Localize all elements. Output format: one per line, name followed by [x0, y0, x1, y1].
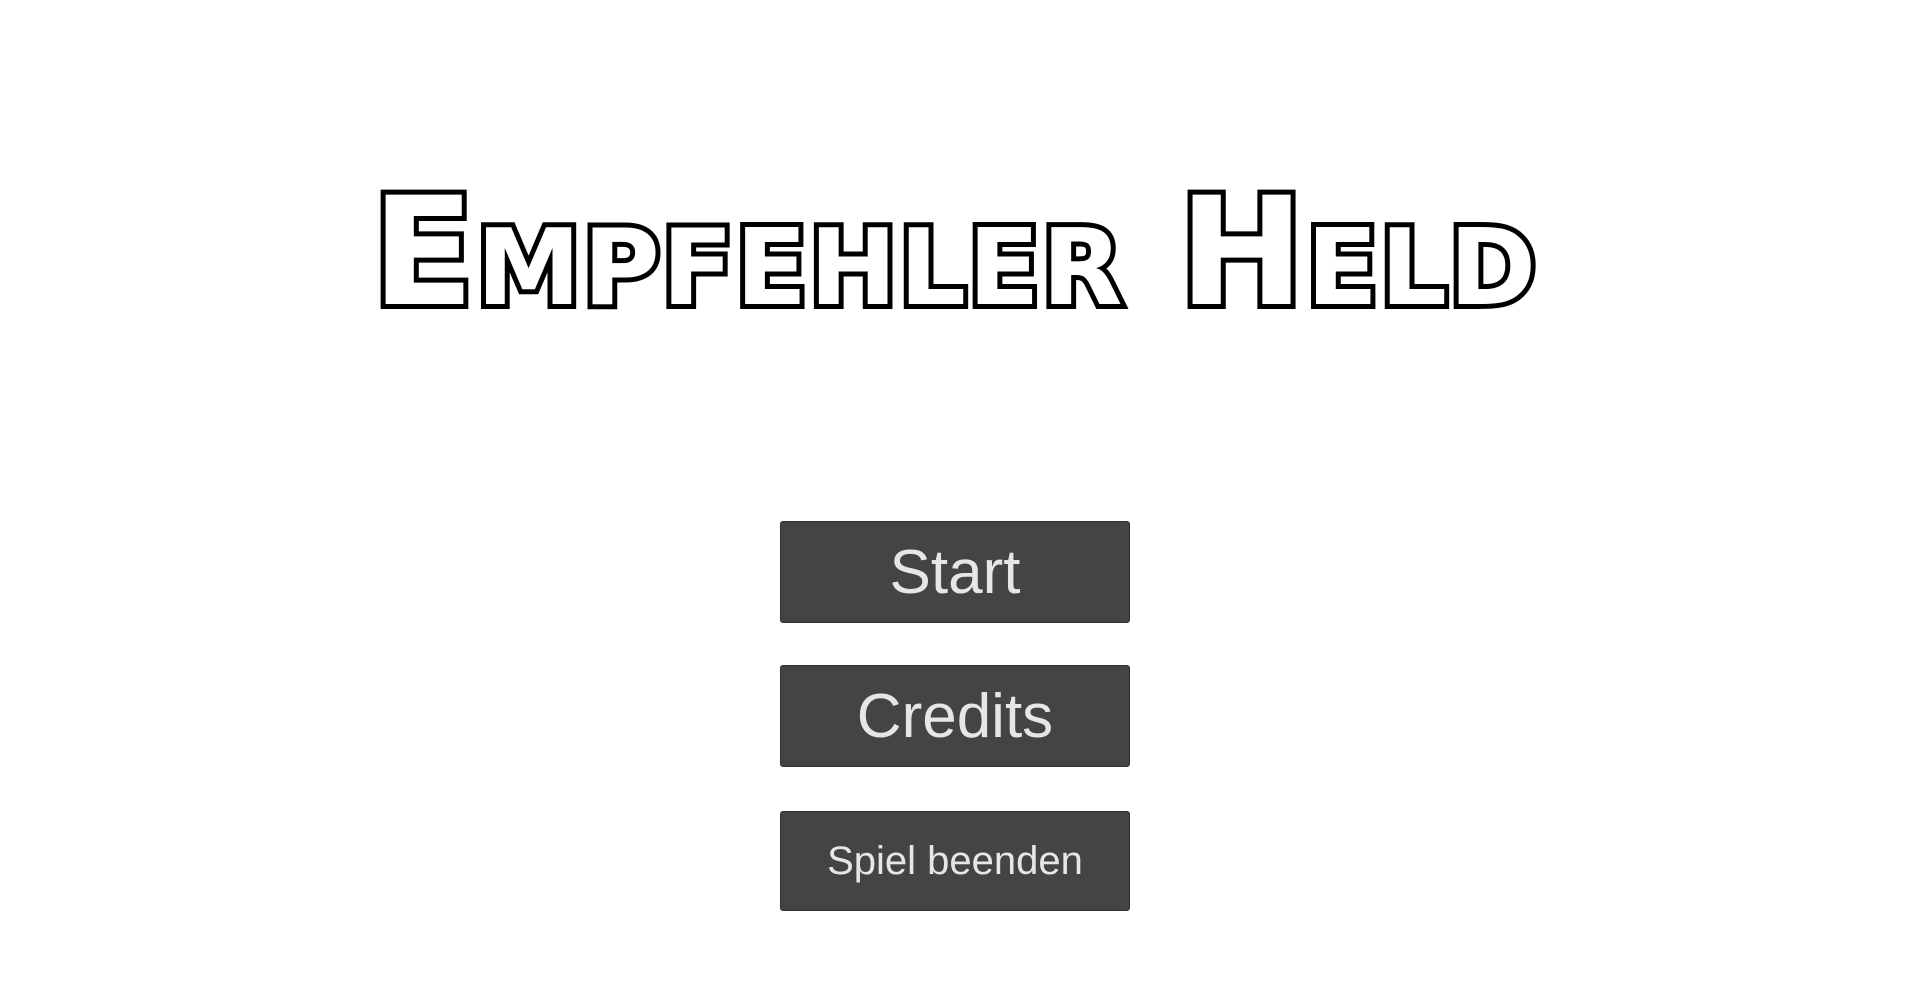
credits-button[interactable]: Credits [780, 665, 1130, 767]
quit-game-button[interactable]: Spiel beenden [780, 811, 1130, 911]
start-button-label: Start [889, 537, 1021, 607]
game-title: Empfehler Held [367, 163, 1541, 343]
credits-button-label: Credits [856, 681, 1054, 751]
start-button[interactable]: Start [780, 521, 1130, 623]
main-menu-screen: Empfehler Held Start Credits Spiel beend… [0, 0, 1910, 1008]
quit-game-button-label: Spiel beenden [827, 838, 1083, 883]
